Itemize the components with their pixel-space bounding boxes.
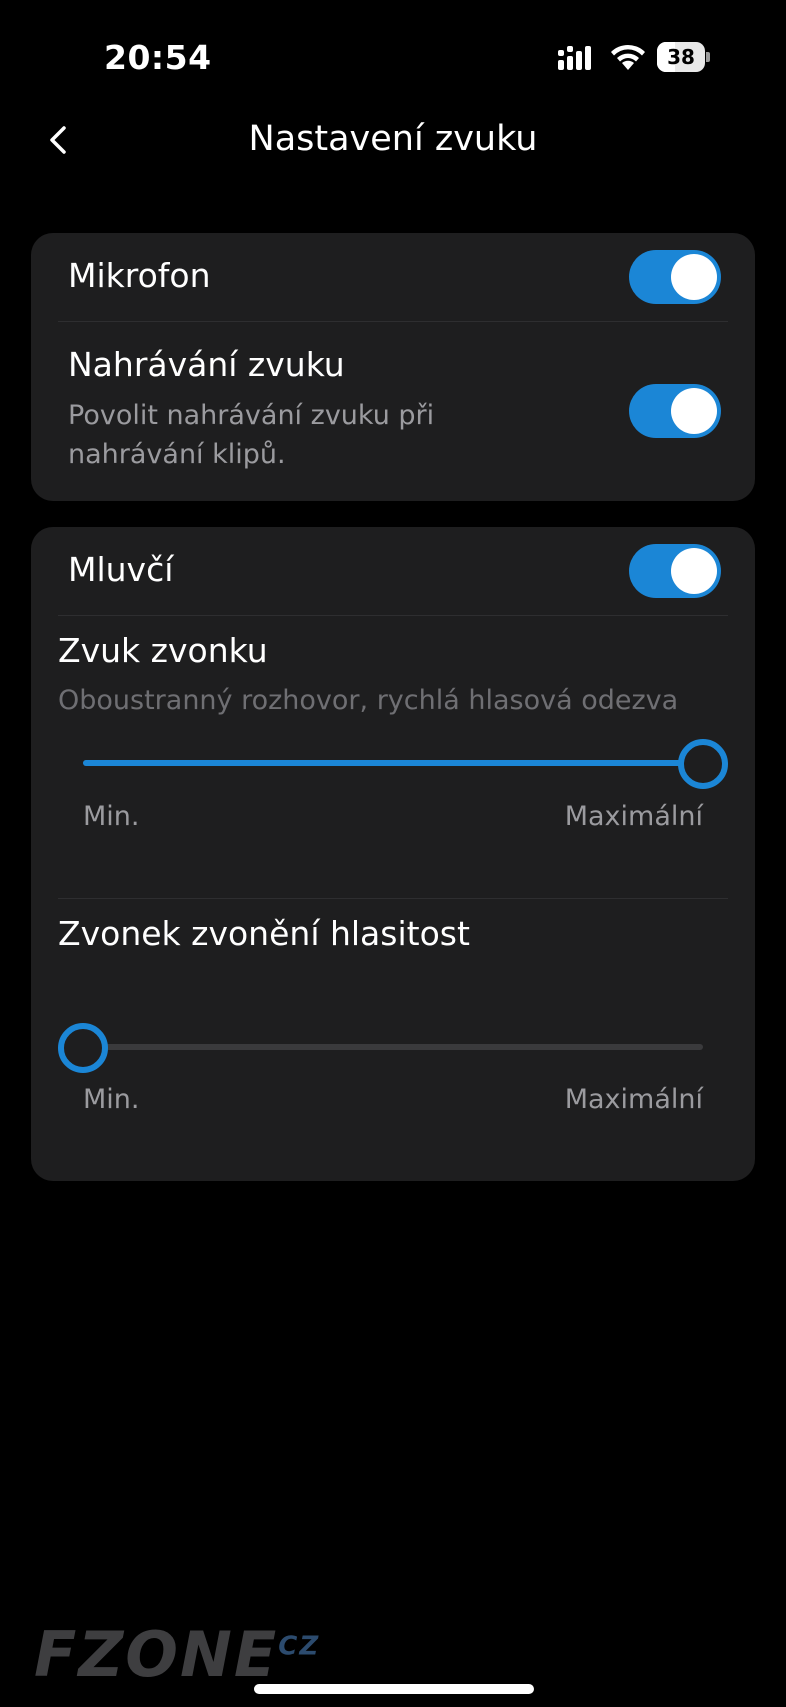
wifi-icon — [611, 44, 645, 70]
divider — [58, 898, 728, 899]
speaker-settings-card: Mluvčí Zvuk zvonku Oboustranný rozhovor,… — [31, 527, 755, 1181]
bell-volume-title: Zvonek zvonění hlasitost — [58, 914, 470, 953]
status-time: 20:54 — [104, 38, 212, 77]
speaker-toggle[interactable] — [629, 544, 721, 598]
microphone-settings-card: Mikrofon Nahrávání zvuku Povolit nahrává… — [31, 233, 755, 501]
audio-recording-description-line1: Povolit nahrávání zvuku při — [68, 400, 435, 431]
battery-tip — [706, 52, 710, 62]
slider-max-label: Maximální — [564, 1084, 703, 1115]
battery-percentage: 38 — [667, 45, 695, 69]
slider-max-label: Maximální — [564, 801, 703, 832]
audio-recording-description-line2: nahrávání klipů. — [68, 439, 286, 470]
audio-recording-label: Nahrávání zvuku — [68, 345, 345, 384]
battery-icon: 38 — [657, 42, 710, 72]
toggle-knob — [671, 254, 717, 300]
toggle-knob — [671, 388, 717, 434]
bell-volume-slider[interactable] — [58, 1017, 703, 1077]
bell-sound-description: Oboustranný rozhovor, rychlá hlasová ode… — [58, 685, 679, 716]
cellular-signal-icon — [558, 46, 591, 70]
status-bar: 20:54 38 — [0, 0, 786, 115]
speaker-label: Mluvčí — [68, 550, 174, 589]
bell-sound-title: Zvuk zvonku — [58, 631, 268, 670]
slider-min-label: Min. — [83, 1084, 140, 1115]
page-title: Nastavení zvuku — [248, 119, 538, 159]
toggle-knob — [671, 548, 717, 594]
microphone-label: Mikrofon — [68, 256, 211, 295]
home-indicator[interactable] — [254, 1684, 534, 1694]
divider — [58, 615, 728, 616]
watermark-text: FZONE — [34, 1618, 279, 1691]
audio-recording-toggle[interactable] — [629, 384, 721, 438]
slider-track — [83, 1044, 703, 1050]
slider-thumb[interactable] — [58, 1023, 108, 1073]
microphone-toggle[interactable] — [629, 250, 721, 304]
bell-sound-slider[interactable] — [83, 733, 728, 793]
slider-thumb[interactable] — [678, 739, 728, 789]
slider-fill — [83, 760, 703, 766]
watermark-suffix: CZ — [278, 1631, 321, 1662]
fzone-watermark-logo: FZONECZ — [34, 1618, 320, 1691]
slider-min-label: Min. — [83, 801, 140, 832]
divider — [58, 321, 728, 322]
